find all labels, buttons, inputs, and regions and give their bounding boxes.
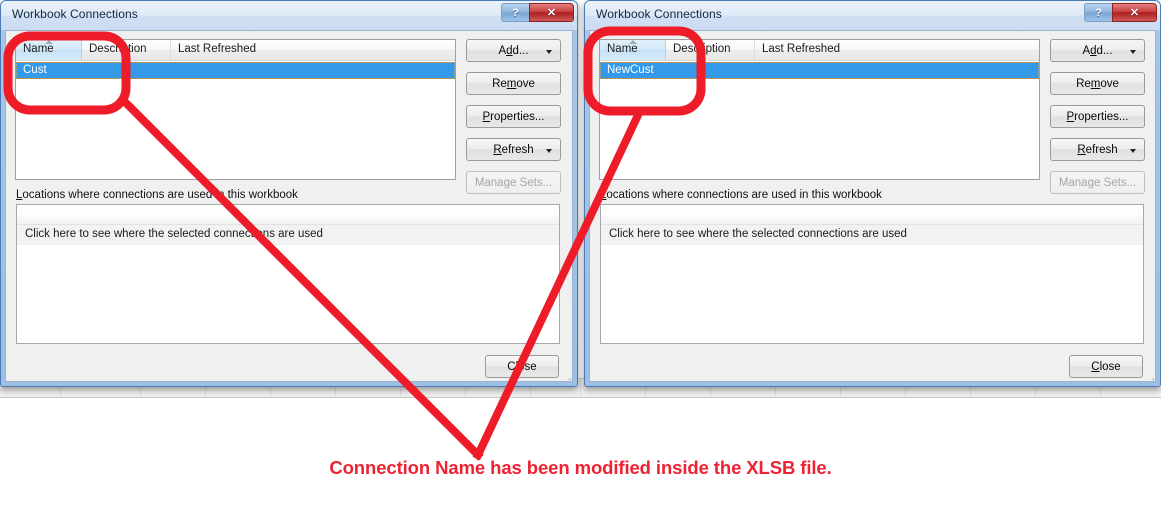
- workbook-connections-dialog-right: Workbook Connections ? ✕ Name Descriptio…: [584, 0, 1161, 387]
- resize-grip[interactable]: [1140, 366, 1154, 380]
- table-row[interactable]: Cust: [16, 62, 455, 79]
- connections-list[interactable]: Name Description Last Refreshed Cust: [15, 39, 456, 180]
- properties-button[interactable]: Properties...: [466, 105, 561, 128]
- window-buttons: ? ✕: [1084, 3, 1157, 22]
- resize-grip[interactable]: [557, 366, 571, 380]
- help-icon[interactable]: ?: [501, 3, 529, 22]
- help-icon[interactable]: ?: [1084, 3, 1112, 22]
- remove-button[interactable]: Remove: [1050, 72, 1145, 95]
- dialog-body: Name Description Last Refreshed Cust Add…: [5, 30, 573, 382]
- action-button-column: Add... Remove Properties... Refresh Mana…: [1050, 39, 1145, 194]
- close-button[interactable]: Close: [485, 355, 559, 378]
- properties-button[interactable]: Properties...: [1050, 105, 1145, 128]
- close-icon[interactable]: ✕: [1112, 3, 1157, 22]
- refresh-button[interactable]: Refresh: [1050, 138, 1145, 161]
- locations-list[interactable]: Click here to see where the selected con…: [600, 204, 1144, 344]
- column-header-description[interactable]: Description: [82, 40, 171, 60]
- dialog-body: Name Description Last Refreshed NewCust …: [589, 30, 1156, 382]
- column-header-description[interactable]: Description: [666, 40, 755, 60]
- add-button[interactable]: Add...: [466, 39, 561, 62]
- close-icon[interactable]: ✕: [529, 3, 574, 22]
- column-header-last-refreshed[interactable]: Last Refreshed: [755, 40, 1039, 60]
- column-header-last-refreshed[interactable]: Last Refreshed: [171, 40, 455, 60]
- add-button[interactable]: Add...: [1050, 39, 1145, 62]
- locations-label: Locations where connections are used in …: [600, 189, 882, 201]
- connections-list[interactable]: Name Description Last Refreshed NewCust: [599, 39, 1040, 180]
- manage-sets-button: Manage Sets...: [466, 171, 561, 194]
- locations-header-strip: [17, 205, 559, 225]
- chevron-down-icon[interactable]: [546, 50, 552, 54]
- refresh-button[interactable]: Refresh: [466, 138, 561, 161]
- manage-sets-button: Manage Sets...: [1050, 171, 1145, 194]
- list-header-row: Name Description Last Refreshed: [16, 40, 455, 61]
- locations-label: Locations where connections are used in …: [16, 189, 298, 201]
- title-bar[interactable]: Workbook Connections ? ✕: [585, 1, 1160, 30]
- locations-hint-row[interactable]: Click here to see where the selected con…: [601, 225, 1143, 245]
- sort-ascending-icon: [628, 40, 637, 44]
- sort-ascending-icon: [44, 40, 53, 44]
- locations-header-strip: [601, 205, 1143, 225]
- locations-hint-row[interactable]: Click here to see where the selected con…: [17, 225, 559, 245]
- locations-list[interactable]: Click here to see where the selected con…: [16, 204, 560, 344]
- workbook-connections-dialog-left: Workbook Connections ? ✕ Name Descriptio…: [0, 0, 578, 387]
- title-bar[interactable]: Workbook Connections ? ✕: [1, 1, 577, 30]
- column-header-name[interactable]: Name: [16, 40, 82, 60]
- window-title: Workbook Connections: [12, 7, 138, 21]
- connection-name-cell: Cust: [23, 64, 47, 76]
- close-button[interactable]: Close: [1069, 355, 1143, 378]
- annotation-caption: Connection Name has been modified inside…: [329, 457, 832, 478]
- window-buttons: ? ✕: [501, 3, 574, 22]
- table-row[interactable]: NewCust: [600, 62, 1039, 79]
- list-header-row: Name Description Last Refreshed: [600, 40, 1039, 61]
- action-button-column: Add... Remove Properties... Refresh Mana…: [466, 39, 561, 194]
- window-title: Workbook Connections: [596, 7, 722, 21]
- column-header-name[interactable]: Name: [600, 40, 666, 60]
- chevron-down-icon[interactable]: [1130, 149, 1136, 153]
- connection-name-cell: NewCust: [607, 64, 654, 76]
- chevron-down-icon[interactable]: [1130, 50, 1136, 54]
- chevron-down-icon[interactable]: [546, 149, 552, 153]
- remove-button[interactable]: Remove: [466, 72, 561, 95]
